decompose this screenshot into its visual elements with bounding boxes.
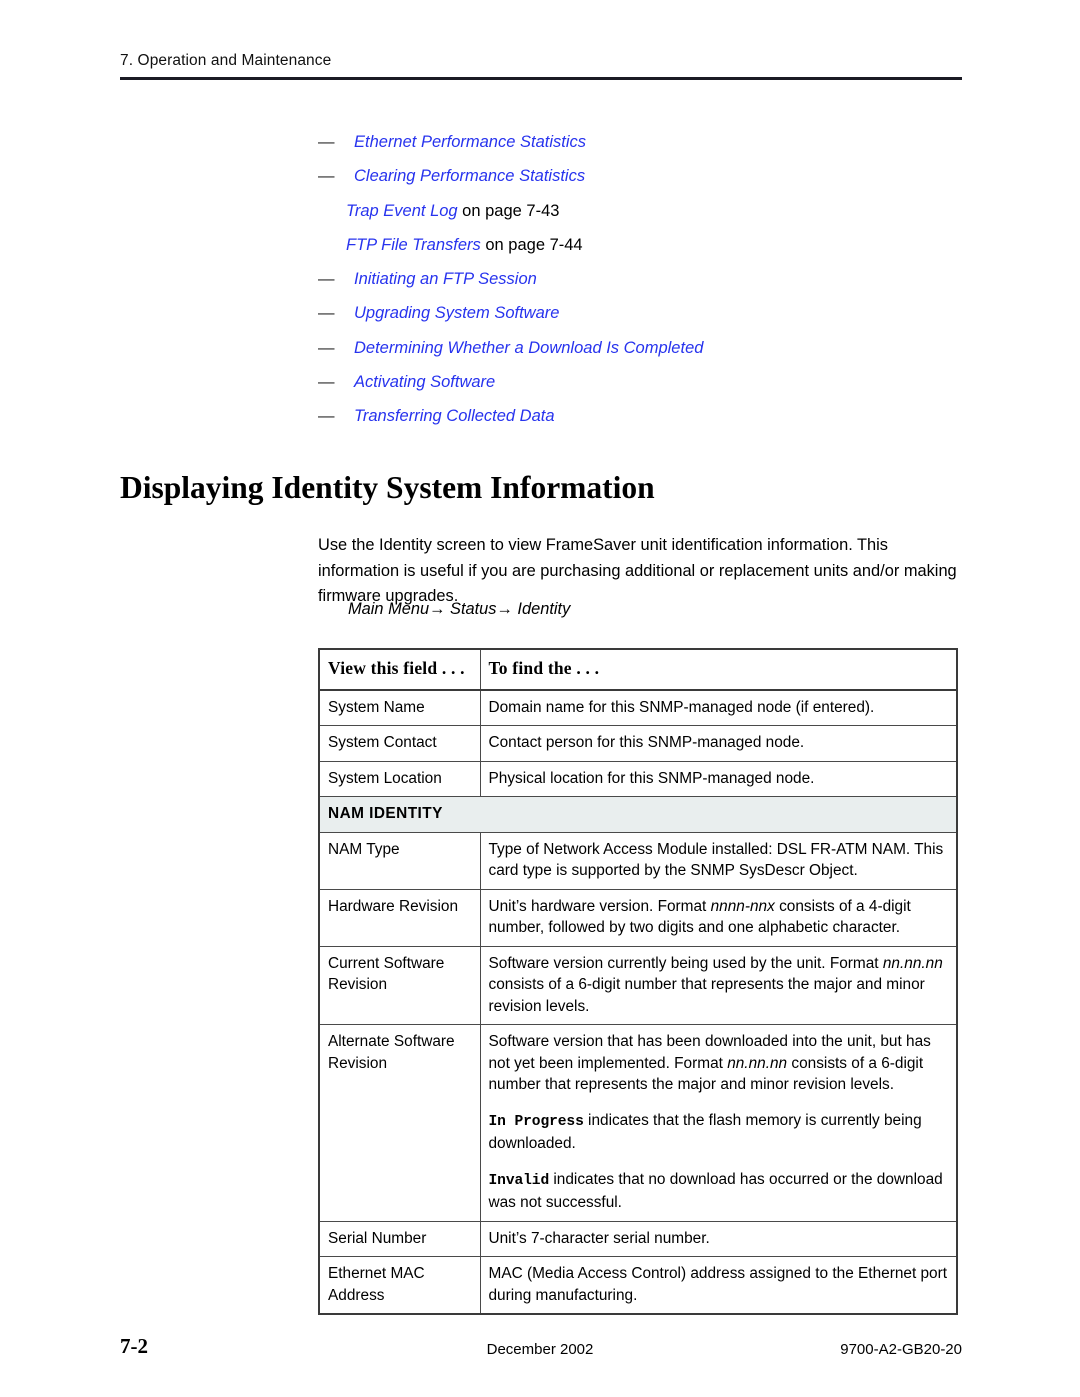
page-title: Displaying Identity System Information: [120, 470, 655, 505]
cross-reference-page-ref: on page 7-44: [480, 235, 583, 254]
document-page: 7. Operation and Maintenance — Ethernet P…: [0, 0, 1080, 1397]
table-row: System Name Domain name for this SNMP-man…: [320, 689, 956, 726]
cross-reference-item: FTP File Transfers on page 7-44: [318, 236, 978, 270]
cross-reference-item: — Transferring Collected Data: [318, 407, 978, 441]
field-name-cell: Serial Number: [320, 1220, 481, 1257]
intro-paragraph: Use the Identity screen to view FrameSav…: [318, 536, 957, 605]
literal-value: In Progress: [488, 1113, 584, 1130]
field-name-cell: Ethernet MAC Address: [320, 1256, 481, 1313]
em-dash-icon: —: [318, 373, 335, 392]
em-dash-icon: —: [318, 407, 335, 426]
em-dash-icon: —: [318, 338, 335, 357]
text-run: Contact person for this SNMP-managed nod…: [488, 734, 805, 751]
cross-reference-item: — Clearing Performance Statistics: [318, 167, 978, 201]
field-description-cell: Unit’s hardware version. Format nnnn-nnx…: [480, 888, 956, 946]
format-token: nnnn-nnx: [710, 897, 775, 915]
table-row: Current Software Revision Software versio…: [320, 945, 956, 1025]
column-header: View this field . . .: [320, 650, 481, 691]
cross-reference-item: Trap Event Log on page 7-43: [318, 202, 978, 236]
field-description-cell: Physical location for this SNMP-managed …: [480, 760, 956, 797]
cross-reference-link[interactable]: Clearing Performance Statistics: [354, 167, 585, 186]
description-note: Invalid indicates that no download has o…: [489, 1169, 949, 1214]
identity-field-table: View this field . . . To find the . . . Sy…: [318, 648, 958, 1315]
cross-reference-link[interactable]: Initiating an FTP Session: [354, 270, 537, 289]
field-description-cell: Contact person for this SNMP-managed nod…: [480, 725, 956, 761]
field-description-cell: Unit’s 7-character serial number.: [480, 1220, 956, 1257]
description-paragraph: Contact person for this SNMP-managed nod…: [489, 732, 949, 754]
table-body: View this field . . . To find the . . . Sy…: [320, 650, 956, 1313]
literal-value: Invalid: [488, 1172, 550, 1189]
description-paragraph: Physical location for this SNMP-managed …: [489, 768, 949, 790]
footer-document-number: 9700-A2-GB20-20: [840, 1341, 962, 1358]
em-dash-icon: —: [318, 304, 335, 323]
cross-reference-link[interactable]: FTP File Transfers: [346, 236, 481, 255]
cross-reference-item: — Determining Whether a Download Is Compl…: [318, 339, 978, 373]
em-dash-icon: —: [318, 167, 335, 186]
text-run: Physical location for this SNMP-managed …: [488, 769, 815, 787]
format-token: nn.nn.nn: [727, 1054, 788, 1072]
field-name-cell: System Contact: [320, 725, 481, 761]
text-run: MAC (Media Access Control) address assig…: [488, 1265, 948, 1304]
field-name-cell: Hardware Revision: [320, 888, 481, 946]
cross-reference-link[interactable]: Activating Software: [354, 373, 495, 392]
description-note: In Progress indicates that the flash mem…: [489, 1110, 949, 1155]
table-header-row: View this field . . . To find the . . .: [320, 650, 956, 691]
format-token: nn.nn.nn: [882, 954, 943, 972]
cross-reference-page-ref: on page 7-43: [457, 201, 560, 220]
table-row: Hardware Revision Unit’s hardware version…: [320, 888, 956, 946]
field-description-cell: Domain name for this SNMP-managed node (…: [480, 689, 956, 726]
table-group-row: NAM IDENTITY: [320, 796, 956, 832]
field-description-cell: Software version that has been downloade…: [480, 1024, 956, 1221]
description-paragraph: Type of Network Access Module installed:…: [489, 839, 949, 882]
field-name-cell: Alternate Software Revision: [320, 1024, 481, 1221]
cross-reference-link[interactable]: Upgrading System Software: [354, 304, 559, 323]
cross-reference-item: — Initiating an FTP Session: [318, 270, 978, 304]
field-description-cell: MAC (Media Access Control) address assig…: [480, 1256, 956, 1313]
text-run: consists of a 6-digit number that repres…: [488, 976, 925, 1015]
text-run: Software version currently being used by…: [488, 954, 883, 972]
field-name-cell: System Location: [320, 760, 481, 797]
cross-reference-item: — Upgrading System Software: [318, 304, 978, 338]
text-run: Type of Network Access Module installed:…: [488, 840, 944, 880]
em-dash-icon: —: [318, 270, 335, 289]
text-run: Domain name for this SNMP-managed node (…: [488, 698, 875, 716]
cross-reference-link[interactable]: Transferring Collected Data: [354, 407, 555, 426]
table-row: Alternate Software Revision Software vers…: [320, 1024, 956, 1221]
description-paragraph: Software version currently being used by…: [489, 953, 949, 1018]
table-row: System Contact Contact person for this SN…: [320, 725, 956, 761]
description-paragraph: Unit’s hardware version. Format nnnn-nnx…: [489, 896, 949, 939]
field-name-cell: System Name: [320, 689, 481, 726]
text-run: Unit’s 7-character serial number.: [488, 1229, 710, 1247]
cross-reference-link[interactable]: Determining Whether a Download Is Comple…: [354, 339, 703, 358]
field-description-cell: Software version currently being used by…: [480, 945, 956, 1025]
field-description-cell: Type of Network Access Module installed:…: [480, 831, 956, 889]
table-row: Serial Number Unit’s 7-character serial n…: [320, 1220, 956, 1257]
description-paragraph: Software version that has been downloade…: [489, 1031, 949, 1096]
description-paragraph: MAC (Media Access Control) address assig…: [489, 1263, 949, 1306]
cross-reference-link[interactable]: Ethernet Performance Statistics: [354, 133, 586, 152]
description-paragraph: Unit’s 7-character serial number.: [489, 1228, 949, 1250]
field-name-cell: Current Software Revision: [320, 945, 481, 1025]
running-header: 7. Operation and Maintenance: [120, 52, 332, 69]
group-label: NAM IDENTITY: [320, 796, 956, 832]
cross-reference-item: — Activating Software: [318, 373, 978, 407]
cross-reference-list: — Ethernet Performance Statistics — Clearin…: [318, 133, 978, 442]
field-name-cell: NAM Type: [320, 831, 481, 889]
em-dash-icon: —: [318, 133, 335, 151]
text-run: Unit’s hardware version. Format: [488, 897, 711, 915]
table-row: NAM Type Type of Network Access Module in…: [320, 831, 956, 889]
table-row: Ethernet MAC Address MAC (Media Access Co…: [320, 1256, 956, 1313]
header-rule: [120, 77, 962, 80]
menu-path: Main Menu→ Status→ Identity: [348, 600, 571, 618]
table-row: System Location Physical location for thi…: [320, 760, 956, 797]
text-run: indicates that no download has occurred …: [488, 1170, 943, 1212]
cross-reference-item: — Ethernet Performance Statistics: [318, 133, 978, 167]
description-paragraph: Domain name for this SNMP-managed node (…: [489, 697, 949, 719]
cross-reference-link[interactable]: Trap Event Log: [346, 202, 458, 221]
column-header: To find the . . .: [480, 650, 956, 691]
